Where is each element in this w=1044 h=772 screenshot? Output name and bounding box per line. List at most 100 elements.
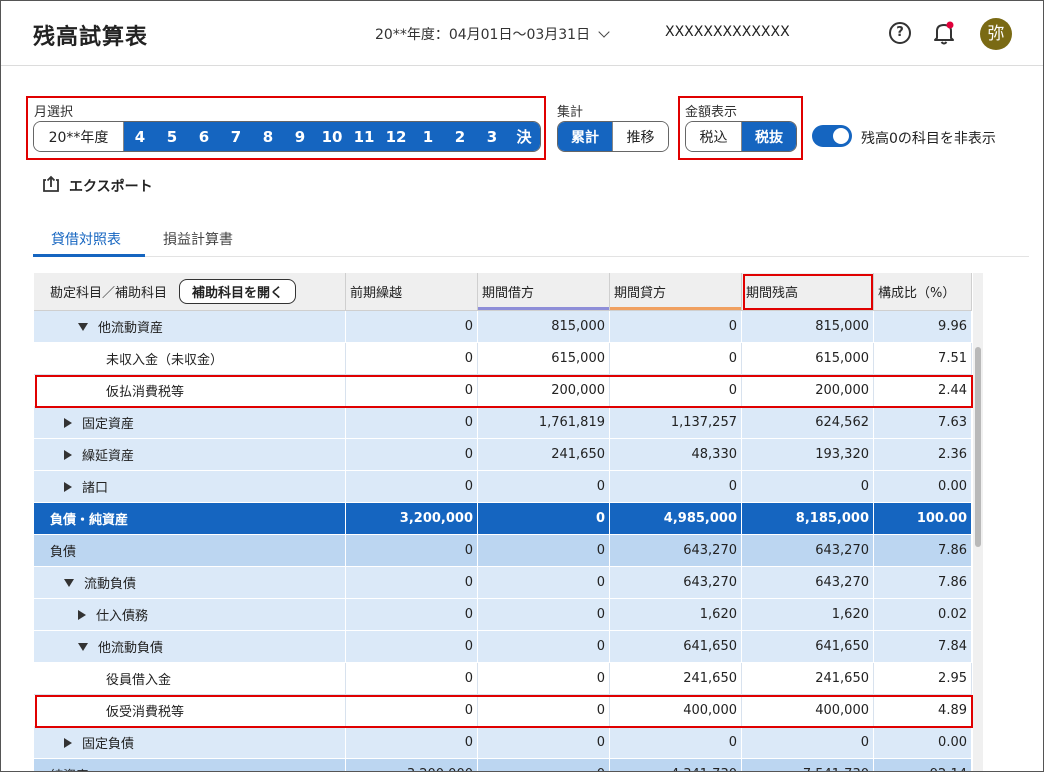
expand-triangle-icon[interactable] <box>64 417 72 428</box>
app-frame: 残高試算表 20**年度：04月01日〜03月31日 XXXXXXXXXXXXX… <box>0 0 1044 772</box>
table-row[interactable]: 固定負債 0 0 0 0 0.00 <box>34 727 972 759</box>
year-button[interactable]: 20**年度 <box>34 122 124 151</box>
credit-cell: 643,270 <box>610 567 742 598</box>
tab-balance-sheet[interactable]: 貸借対照表 <box>51 229 121 249</box>
app-header: 残高試算表 20**年度：04月01日〜03月31日 XXXXXXXXXXXXX… <box>1 1 1043 66</box>
opening-cell: 0 <box>346 407 478 438</box>
expand-triangle-icon[interactable] <box>78 609 86 620</box>
chevron-down-icon <box>598 26 610 38</box>
table-row[interactable]: 負債 0 0 643,270 643,270 7.86 <box>34 535 972 567</box>
tab-income-statement[interactable]: 損益計算書 <box>163 229 233 249</box>
table-row[interactable]: 仕入債務 0 0 1,620 1,620 0.02 <box>34 599 972 631</box>
column-header-credit-label: 期間貸方 <box>614 286 667 301</box>
tax-excluded-button[interactable]: 税抜 <box>742 122 796 151</box>
ratio-cell: 9.96 <box>874 311 972 342</box>
balance-cell: 624,562 <box>742 407 874 438</box>
company-name[interactable]: XXXXXXXXXXXXX <box>665 24 790 40</box>
aggregate-cumulative-button[interactable]: 累計 <box>558 122 612 151</box>
table-row[interactable]: 繰延資産 0 241,650 48,330 193,320 2.36 <box>34 439 972 471</box>
month-button-5[interactable]: 5 <box>156 122 188 151</box>
debit-cell: 1,761,819 <box>478 407 610 438</box>
column-header-opening[interactable]: 前期繰越 <box>346 273 478 310</box>
bell-icon[interactable] <box>933 20 955 46</box>
collapse-triangle-icon[interactable] <box>64 578 74 587</box>
debit-cell: 0 <box>478 759 610 771</box>
balance-cell: 8,185,000 <box>742 503 874 534</box>
opening-cell: 0 <box>346 663 478 694</box>
tax-included-button[interactable]: 税込 <box>686 122 742 151</box>
balance-cell: 615,000 <box>742 343 874 374</box>
table-row[interactable]: 諸口 0 0 0 0 0.00 <box>34 471 972 503</box>
month-select-label: 月選択 <box>34 105 74 120</box>
month-button-settlement[interactable]: 決 <box>508 122 540 151</box>
help-icon[interactable]: ? <box>889 22 911 44</box>
expand-triangle-icon[interactable] <box>64 449 72 460</box>
period-selector[interactable]: 20**年度：04月01日〜03月31日 <box>375 24 610 44</box>
ratio-cell: 100.00 <box>874 503 972 534</box>
opening-cell: 0 <box>346 727 478 758</box>
month-button-11[interactable]: 11 <box>348 122 380 151</box>
month-button-2[interactable]: 2 <box>444 122 476 151</box>
hide-zero-toggle[interactable] <box>812 125 852 147</box>
table-row[interactable]: 他流動資産 0 815,000 0 815,000 9.96 <box>34 311 972 343</box>
debit-cell: 615,000 <box>478 343 610 374</box>
opening-cell: 0 <box>346 439 478 470</box>
table-row[interactable]: 固定資産 0 1,761,819 1,137,257 624,562 7.63 <box>34 407 972 439</box>
table-row[interactable]: 役員借入金 0 0 241,650 241,650 2.95 <box>34 663 972 695</box>
month-button-7[interactable]: 7 <box>220 122 252 151</box>
month-button-3[interactable]: 3 <box>476 122 508 151</box>
month-button-9[interactable]: 9 <box>284 122 316 151</box>
account-name: 固定負債 <box>82 737 135 752</box>
column-header-credit[interactable]: 期間貸方 <box>610 273 742 310</box>
table-row[interactable]: 未収入金（未収金） 0 615,000 0 615,000 7.51 <box>34 343 972 375</box>
column-header-debit[interactable]: 期間借方 <box>478 273 610 310</box>
table-scrollbar-thumb[interactable] <box>975 347 981 547</box>
debit-underline <box>478 307 609 310</box>
debit-cell: 0 <box>478 567 610 598</box>
account-cell: 他流動資産 <box>34 311 346 342</box>
table-row[interactable]: 負債・純資産 3,200,000 0 4,985,000 8,185,000 100.00 <box>34 503 972 535</box>
column-header-debit-label: 期間借方 <box>482 286 535 301</box>
ratio-cell: 2.95 <box>874 663 972 694</box>
ratio-cell: 2.36 <box>874 439 972 470</box>
user-avatar[interactable]: 弥 <box>980 18 1012 50</box>
credit-cell: 0 <box>610 727 742 758</box>
opening-cell: 0 <box>346 567 478 598</box>
account-name: 負債・純資産 <box>50 513 129 528</box>
debit-cell: 0 <box>478 663 610 694</box>
credit-cell: 4,985,000 <box>610 503 742 534</box>
export-button[interactable]: エクスポート <box>41 175 153 197</box>
month-button-6[interactable]: 6 <box>188 122 220 151</box>
collapse-triangle-icon[interactable] <box>78 322 88 331</box>
expand-triangle-icon[interactable] <box>64 481 72 492</box>
opening-cell: 0 <box>346 343 478 374</box>
month-button-4[interactable]: 4 <box>124 122 156 151</box>
table-row[interactable]: 純資産 3,200,00004,341,7307,541,73092.14 <box>34 759 972 771</box>
account-name: 流動負債 <box>84 577 137 592</box>
ratio-cell: 0.00 <box>874 727 972 758</box>
column-header-ratio[interactable]: 構成比（%） <box>874 273 972 310</box>
active-tab-indicator <box>33 254 145 257</box>
table-row[interactable]: 他流動負債 0 0 641,650 641,650 7.84 <box>34 631 972 663</box>
credit-cell: 48,330 <box>610 439 742 470</box>
account-cell: 純資産 <box>34 759 346 771</box>
month-button-12[interactable]: 12 <box>380 122 412 151</box>
month-button-1[interactable]: 1 <box>412 122 444 151</box>
highlight-prepaid-tax-row <box>35 375 973 408</box>
opening-cell: 0 <box>346 631 478 662</box>
month-button-10[interactable]: 10 <box>316 122 348 151</box>
aggregate-segment: 累計 推移 <box>557 121 669 152</box>
open-sub-accounts-button[interactable]: 補助科目を開く <box>179 279 297 304</box>
balance-cell: 0 <box>742 471 874 502</box>
account-name: 役員借入金 <box>106 673 172 688</box>
aggregate-label: 集計 <box>557 105 584 120</box>
expand-triangle-icon[interactable] <box>64 737 72 748</box>
account-name: 負債 <box>50 545 77 560</box>
aggregate-trend-button[interactable]: 推移 <box>612 122 668 151</box>
hide-zero-label: 残高0の科目を非表示 <box>861 131 996 147</box>
month-button-8[interactable]: 8 <box>252 122 284 151</box>
balance-cell: 0 <box>742 727 874 758</box>
table-row[interactable]: 流動負債 0 0 643,270 643,270 7.86 <box>34 567 972 599</box>
page-title: 残高試算表 <box>33 25 149 50</box>
collapse-triangle-icon[interactable] <box>78 642 88 651</box>
